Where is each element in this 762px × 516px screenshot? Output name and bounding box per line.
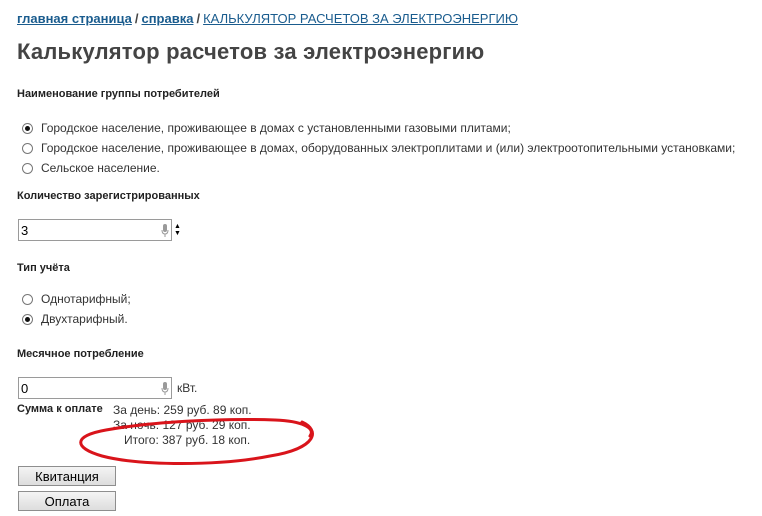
tariff-option-single[interactable]: Однотарифный; xyxy=(22,289,131,309)
number-spinner[interactable]: ▲ ▼ xyxy=(174,223,182,237)
consumer-option-gas[interactable]: Городское население, проживающее в домах… xyxy=(22,118,735,138)
consumer-group-label: Наименование группы потребителей xyxy=(17,88,220,100)
consumer-option-label: Сельское население. xyxy=(41,161,160,175)
registered-label: Количество зарегистрированных xyxy=(17,190,200,202)
radio-unselected-icon[interactable] xyxy=(22,162,33,174)
consumer-group-options: Городское население, проживающее в домах… xyxy=(22,118,735,178)
breadcrumb-separator: / xyxy=(134,11,139,26)
breadcrumb-current-link[interactable]: КАЛЬКУЛЯТОР РАСЧЕТОВ ЗА ЭЛЕКТРОЭНЕРГИЮ xyxy=(203,11,518,26)
consumption-unit: кВт. xyxy=(177,381,198,395)
consumer-option-label: Городское население, проживающее в домах… xyxy=(41,121,511,135)
tariff-options: Однотарифный; Двухтарифный. xyxy=(22,289,131,329)
tariff-option-label: Двухтарифный. xyxy=(41,312,128,326)
consumer-option-rural[interactable]: Сельское население. xyxy=(22,158,735,178)
registered-count-value: 3 xyxy=(21,222,29,238)
breadcrumb: главная страница / справка / КАЛЬКУЛЯТОР РАС… xyxy=(17,11,518,26)
receipt-button[interactable]: Квитанция xyxy=(18,466,116,486)
page-title: Калькулятор расчетов за электроэнергию xyxy=(17,39,485,64)
tariff-option-label: Однотарифный; xyxy=(41,292,131,306)
registered-field-wrap: 3 ▲ ▼ xyxy=(18,219,182,241)
radio-unselected-icon[interactable] xyxy=(22,142,33,154)
registered-count-input[interactable]: 3 xyxy=(18,219,172,241)
consumption-field-wrap: 0 кВт. xyxy=(18,377,197,399)
consumer-option-label: Городское население, проживающее в домах… xyxy=(41,141,736,155)
tariff-label: Тип учёта xyxy=(17,262,70,274)
breadcrumb-home-link[interactable]: главная страница xyxy=(17,11,132,26)
spinner-up-icon[interactable]: ▲ xyxy=(174,223,182,230)
tariff-option-dual[interactable]: Двухтарифный. xyxy=(22,309,131,329)
consumption-value: 0 xyxy=(21,380,29,396)
microphone-icon[interactable] xyxy=(161,381,169,395)
breadcrumb-help-link[interactable]: справка xyxy=(141,11,193,26)
radio-selected-icon[interactable] xyxy=(22,122,33,134)
radio-selected-icon[interactable] xyxy=(22,313,33,325)
microphone-icon[interactable] xyxy=(161,223,169,237)
consumption-input[interactable]: 0 xyxy=(18,377,172,399)
spinner-down-icon[interactable]: ▼ xyxy=(174,230,182,237)
consumer-option-electric[interactable]: Городское население, проживающее в домах… xyxy=(22,138,735,158)
breadcrumb-separator: / xyxy=(196,11,201,26)
radio-unselected-icon[interactable] xyxy=(22,293,33,305)
consumption-label: Месячное потребление xyxy=(17,348,144,360)
payment-button[interactable]: Оплата xyxy=(18,491,116,511)
annotation-ellipse xyxy=(79,418,314,465)
